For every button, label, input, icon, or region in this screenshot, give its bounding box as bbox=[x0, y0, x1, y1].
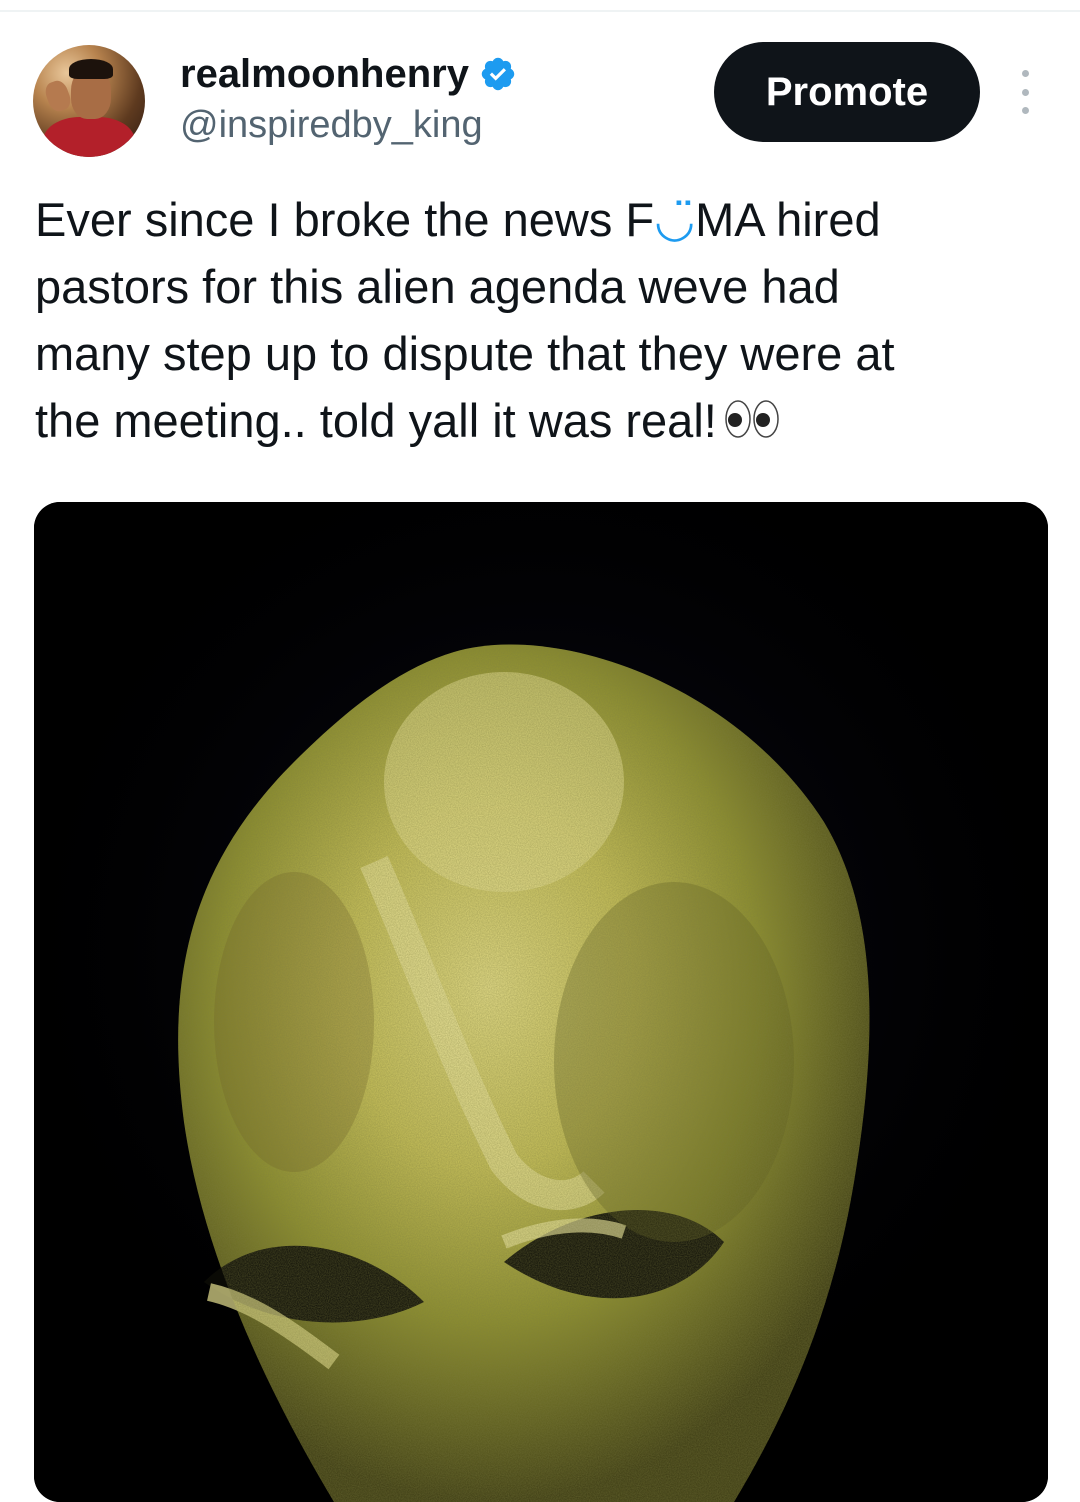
promote-button[interactable]: Promote bbox=[714, 42, 980, 142]
tweet-text-line-4: the meeting.. told yall it was real! bbox=[35, 394, 717, 447]
alien-face-image bbox=[34, 502, 1048, 1502]
more-options-icon[interactable] bbox=[1012, 70, 1038, 114]
verified-badge-icon[interactable] bbox=[479, 55, 517, 93]
tweet-text-line-3: many step up to dispute that they were a… bbox=[35, 327, 895, 380]
avatar[interactable] bbox=[33, 45, 145, 157]
handle[interactable]: @inspiredby_king bbox=[180, 102, 483, 148]
media-image[interactable] bbox=[34, 502, 1048, 1502]
tweet: realmoonhenry @inspiredby_king Promote E… bbox=[0, 0, 1080, 1502]
eyes-emoji bbox=[723, 391, 781, 458]
display-name[interactable]: realmoonhenry bbox=[180, 50, 469, 98]
tweet-text-line-2: pastors for this alien agenda weve had bbox=[35, 260, 840, 313]
smile-emoji: ◡̈ bbox=[654, 193, 696, 246]
tweet-text-line-1a: Ever since I broke the news F bbox=[35, 193, 655, 246]
tweet-text-line-1b: MA hired bbox=[695, 193, 881, 246]
tweet-text: Ever since I broke the news F◡̈MA hired … bbox=[35, 186, 1045, 458]
author-name-row[interactable]: realmoonhenry bbox=[180, 50, 517, 98]
